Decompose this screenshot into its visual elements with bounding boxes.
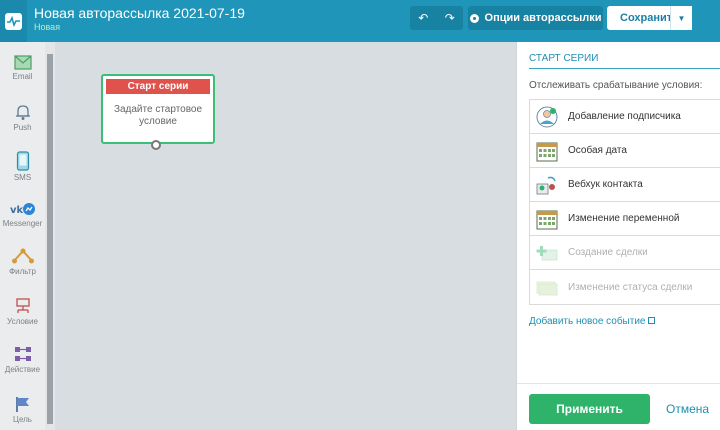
- tool-condition[interactable]: Условие: [0, 292, 45, 340]
- settings-icon: [469, 13, 479, 23]
- tool-condition-label: Условие: [7, 317, 38, 326]
- trigger-deal-create[interactable]: Создание сделки: [530, 236, 720, 270]
- trigger-label: Вебхук контакта: [568, 179, 643, 190]
- status-label: Новая: [34, 22, 61, 32]
- tool-email-label: Email: [12, 72, 33, 81]
- phone-icon: [16, 151, 29, 171]
- top-bar: Новая авторассылка 2021-07-19 Новая ↶ ↷ …: [0, 0, 720, 42]
- panel-title: СТАРТ СЕРИИ: [529, 53, 599, 64]
- filter-icon: [11, 248, 34, 264]
- trigger-list: Добавление подписчика Особая дата Вебхук…: [529, 99, 720, 305]
- block-toolbar: Email Push SMS vk Messenger Фильтр Услов…: [0, 42, 45, 430]
- start-series-node[interactable]: Старт серии Задайте стартовое условие: [101, 74, 215, 144]
- deal-status-icon: [536, 281, 558, 296]
- tool-push[interactable]: Push: [0, 98, 45, 146]
- tool-push-label: Push: [13, 123, 32, 132]
- trigger-label: Создание сделки: [568, 247, 648, 258]
- calendar-icon: [536, 142, 558, 161]
- undo-redo-group: ↶ ↷: [410, 6, 463, 30]
- undo-icon[interactable]: ↶: [410, 11, 437, 25]
- series-options-button[interactable]: Опции авторассылки: [468, 6, 603, 30]
- tool-filter[interactable]: Фильтр: [0, 242, 45, 290]
- messenger-icon: vk: [10, 203, 35, 216]
- apply-button[interactable]: Применить: [529, 394, 650, 424]
- cancel-button[interactable]: Отмена: [666, 402, 709, 416]
- webhook-icon: [536, 176, 556, 194]
- condition-icon: [15, 298, 30, 313]
- add-event-label: Добавить новое событие: [529, 316, 646, 327]
- trigger-variable-change[interactable]: Изменение переменной: [530, 202, 720, 236]
- tool-goal[interactable]: Цель: [0, 390, 45, 430]
- calendar-grid-icon: [536, 210, 558, 229]
- pulse-icon: [5, 12, 22, 30]
- start-node-text: Задайте стартовое условие: [113, 104, 203, 127]
- tool-sms[interactable]: SMS: [0, 146, 45, 194]
- tool-sms-label: SMS: [13, 173, 32, 182]
- page-title: Новая авторассылка 2021-07-19: [34, 5, 245, 21]
- save-dropdown-icon[interactable]: ▼: [670, 6, 692, 30]
- panel-title-divider: [529, 68, 720, 69]
- panel-footer-divider: [517, 383, 720, 384]
- toolbar-scrollbar[interactable]: [45, 42, 55, 430]
- flag-icon: [15, 397, 29, 412]
- node-output-port[interactable]: [151, 140, 161, 150]
- tool-email[interactable]: Email: [0, 50, 45, 98]
- trigger-add-subscriber[interactable]: Добавление подписчика: [530, 100, 720, 134]
- tool-goal-label: Цель: [13, 415, 32, 424]
- add-event-link[interactable]: Добавить новое событие: [529, 316, 656, 327]
- envelope-icon: [13, 55, 32, 70]
- tool-action[interactable]: Действие: [0, 340, 45, 388]
- trigger-label: Особая дата: [568, 145, 627, 156]
- scrollbar-thumb[interactable]: [47, 54, 53, 424]
- external-link-icon: [648, 317, 656, 324]
- trigger-label: Изменение статуса сделки: [568, 281, 693, 293]
- start-node-title: Старт серии: [106, 79, 210, 94]
- action-icon: [14, 347, 31, 361]
- trigger-label: Изменение переменной: [568, 213, 680, 224]
- redo-icon[interactable]: ↷: [437, 11, 464, 25]
- trigger-special-date[interactable]: Особая дата: [530, 134, 720, 168]
- trigger-contact-webhook[interactable]: Вебхук контакта: [530, 168, 720, 202]
- subscriber-icon: [536, 106, 558, 127]
- trigger-label: Добавление подписчика: [568, 111, 681, 122]
- svg-text:vk: vk: [10, 205, 24, 216]
- start-settings-panel: СТАРТ СЕРИИ Отслеживать срабатывание усл…: [516, 42, 720, 430]
- tool-messenger-label: Messenger: [2, 219, 43, 228]
- bell-icon: [15, 105, 30, 120]
- tool-action-label: Действие: [4, 365, 41, 374]
- tool-filter-label: Фильтр: [9, 267, 36, 276]
- trigger-deal-status-change[interactable]: Изменение статуса сделки: [530, 270, 720, 304]
- app-logo[interactable]: [0, 0, 27, 42]
- tool-messenger[interactable]: vk Messenger: [0, 194, 45, 242]
- series-options-label: Опции авторассылки: [484, 12, 602, 24]
- panel-subtitle: Отслеживать срабатывание условия:: [529, 80, 703, 91]
- deal-create-icon: [536, 245, 558, 260]
